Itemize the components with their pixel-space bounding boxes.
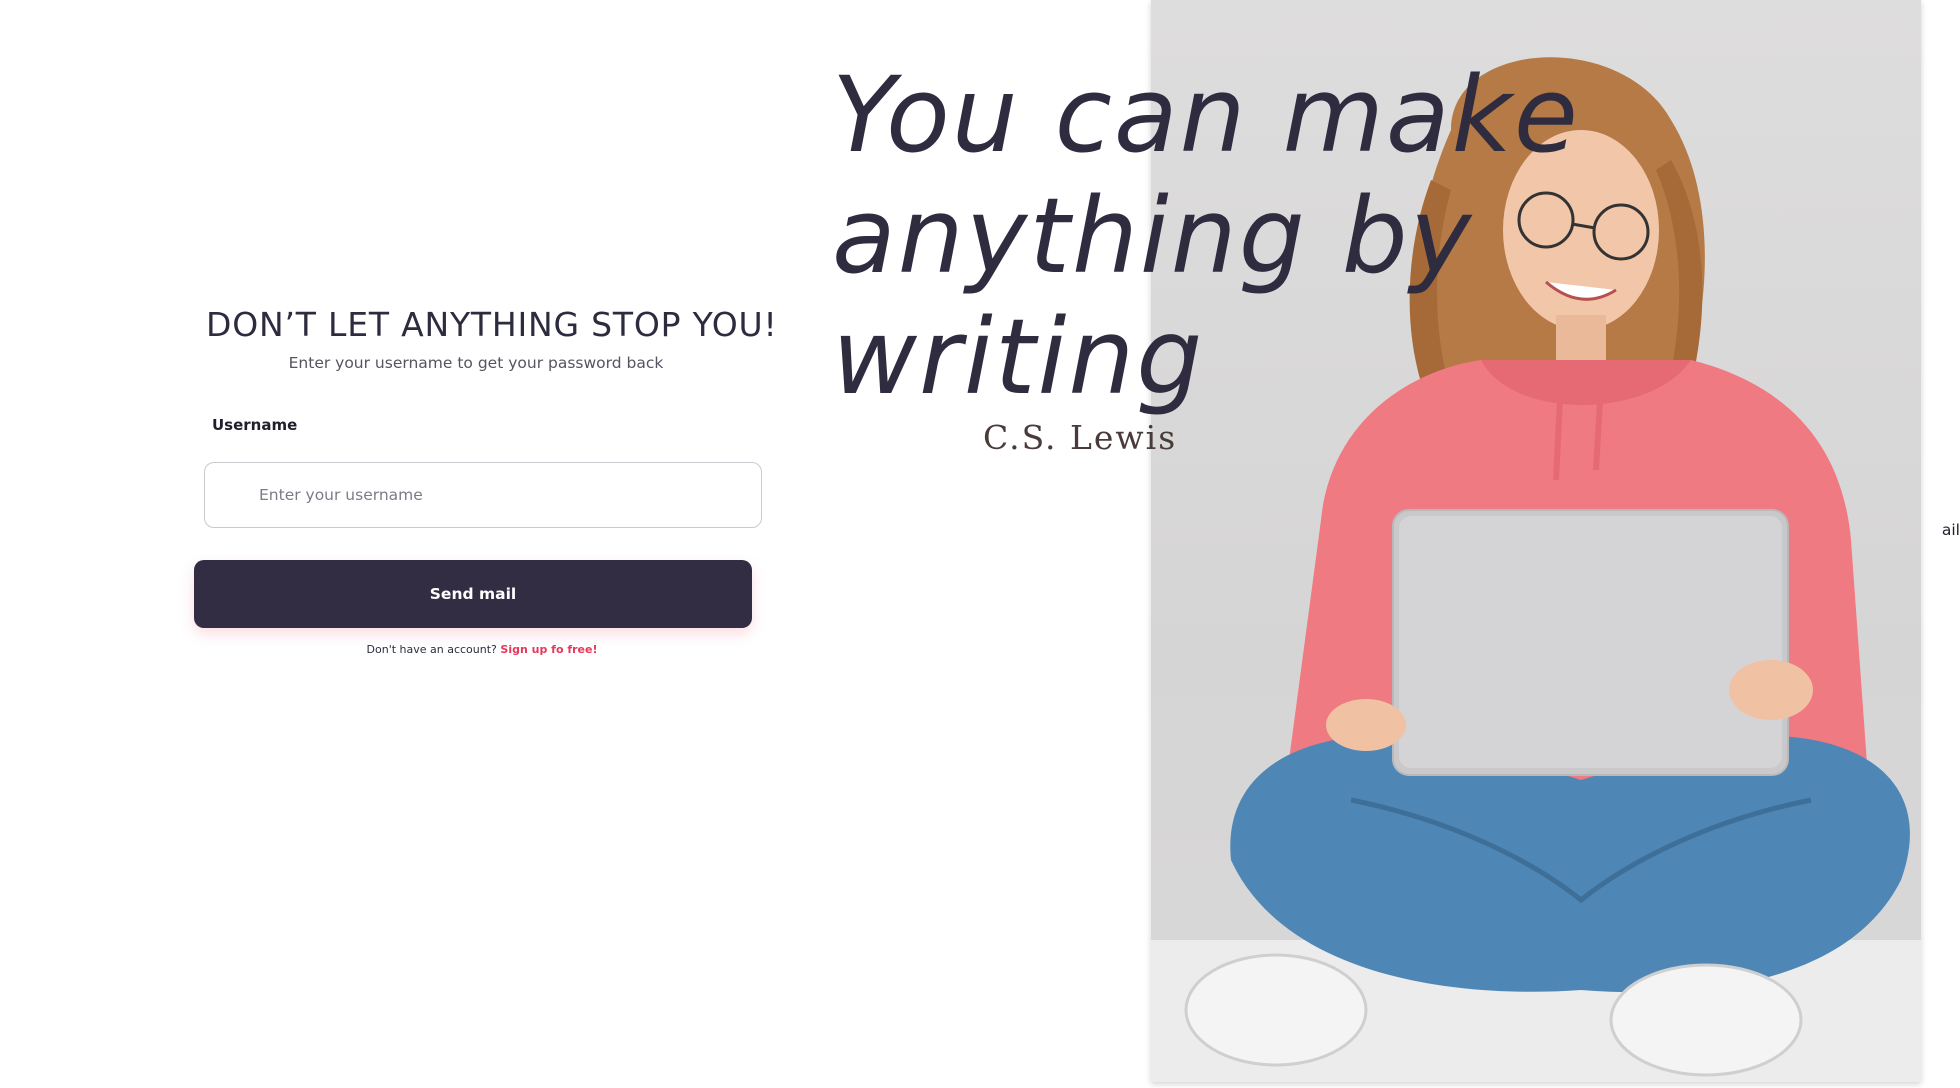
page-subtitle: Enter your username to get your password…: [288, 354, 664, 372]
forgot-password-page: DON’T LET ANYTHING STOP YOU! Enter your …: [0, 0, 1960, 1088]
signup-link[interactable]: Sign up fo free!: [500, 643, 597, 656]
username-label: Username: [212, 416, 298, 434]
page-title: DON’T LET ANYTHING STOP YOU!: [206, 305, 778, 344]
send-mail-button[interactable]: Send mail: [194, 560, 752, 628]
hero-quote: You can make anything by writing: [832, 54, 1580, 418]
username-field-container: [204, 462, 762, 528]
username-input[interactable]: [205, 463, 761, 527]
quote-line: writing: [832, 296, 1205, 418]
quote-author: C.S. Lewis: [983, 418, 1178, 457]
quote-line: You can make: [832, 54, 1580, 176]
signup-prompt-text: Don't have an account?: [366, 643, 497, 656]
quote-line: anything by: [832, 175, 1474, 297]
clipped-button-label: ail: [1941, 521, 1960, 539]
signup-prompt-row: Don't have an account? Sign up fo free!: [300, 643, 664, 656]
